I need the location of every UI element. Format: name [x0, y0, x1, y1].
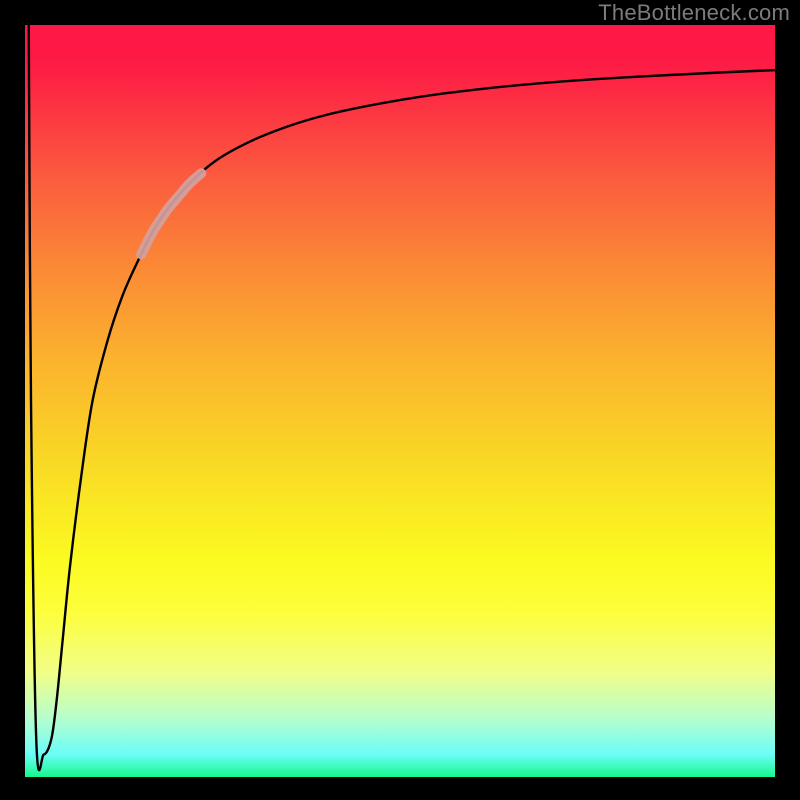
watermark-text: TheBottleneck.com	[598, 0, 790, 26]
curve-svg	[25, 25, 775, 777]
chart-frame: TheBottleneck.com	[0, 0, 800, 800]
bottleneck-curve	[29, 25, 775, 770]
highlight-segment	[141, 173, 201, 254]
plot-area	[25, 25, 775, 777]
